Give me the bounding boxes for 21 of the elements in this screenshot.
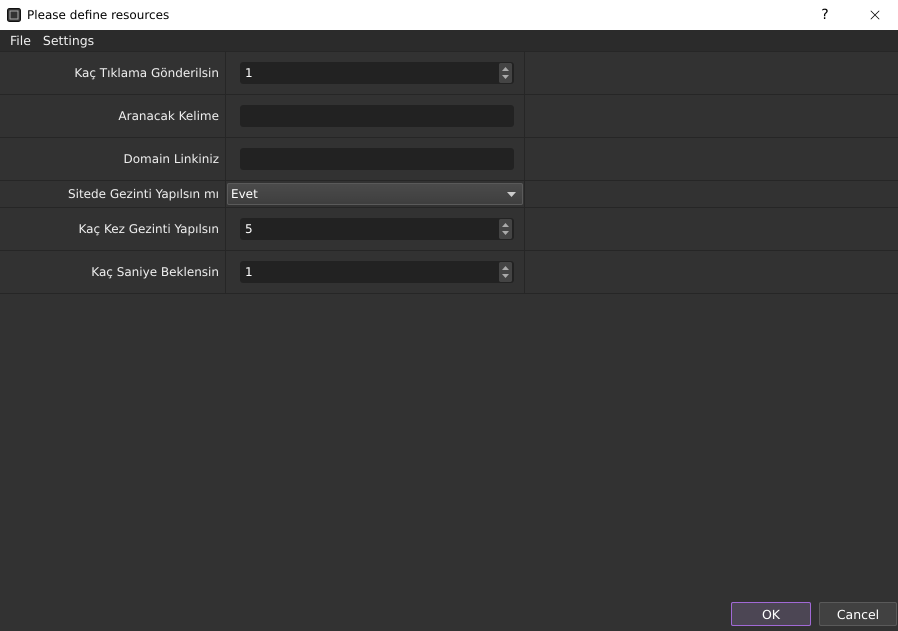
window-title: Please define resources	[27, 8, 170, 22]
field-label: Domain Linkiniz	[122, 152, 220, 166]
stepper-arrows-icon[interactable]	[499, 262, 512, 282]
stepper-arrows-icon[interactable]	[499, 63, 512, 83]
caret-icon	[507, 192, 516, 196]
app-icon	[7, 8, 21, 22]
spin-box[interactable]: 5	[240, 218, 514, 240]
field-label: Kaç Saniye Beklensin	[90, 265, 220, 279]
menu-item[interactable]: File	[4, 33, 37, 48]
dropdown[interactable]: Evet	[227, 183, 523, 205]
ok-button[interactable]: OK	[731, 602, 811, 626]
field-label: Aranacak Kelime	[117, 109, 220, 123]
field-label: Sitede Gezinti Yapılsın mı	[67, 187, 220, 201]
field-label: Kaç Tıklama Gönderilsin	[73, 66, 220, 80]
spin-box[interactable]: 1	[240, 261, 514, 283]
field-label: Kaç Kez Gezinti Yapılsın	[78, 222, 220, 236]
cancel-button[interactable]: Cancel	[819, 602, 897, 626]
stepper-arrows-icon[interactable]	[499, 219, 512, 239]
spin-box[interactable]: 1	[240, 62, 514, 84]
menu-item[interactable]: Settings	[36, 33, 100, 48]
help-button[interactable]: ?	[802, 7, 848, 23]
